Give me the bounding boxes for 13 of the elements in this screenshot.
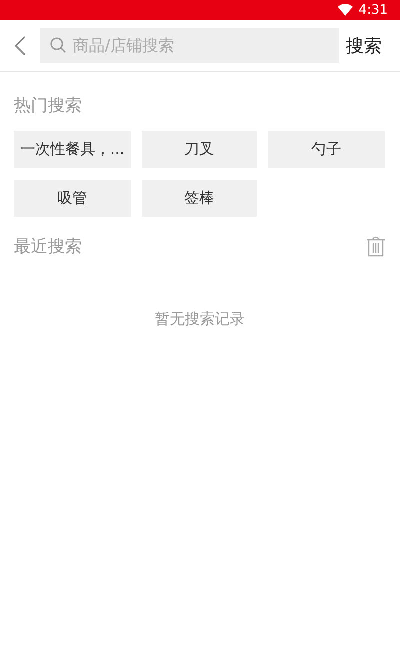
search-tag[interactable]: 勺子 bbox=[268, 131, 385, 168]
search-button[interactable]: 搜索 bbox=[346, 34, 382, 58]
section-title: 最近搜索 bbox=[14, 236, 82, 258]
search-field[interactable]: 商品/店铺搜索 bbox=[40, 28, 339, 63]
section-title: 热门搜索 bbox=[14, 95, 83, 117]
empty-message: 暂无搜索记录 bbox=[154, 310, 246, 329]
search-tag[interactable]: 签棒 bbox=[142, 180, 257, 217]
status-time: 4:31 bbox=[358, 2, 388, 18]
wifi-icon bbox=[338, 4, 353, 16]
search-tag[interactable]: 一次性餐具，... bbox=[14, 131, 131, 168]
search-tag[interactable]: 刀叉 bbox=[142, 131, 257, 168]
trash-icon[interactable] bbox=[366, 236, 386, 258]
search-tag[interactable]: 吸管 bbox=[14, 180, 131, 217]
